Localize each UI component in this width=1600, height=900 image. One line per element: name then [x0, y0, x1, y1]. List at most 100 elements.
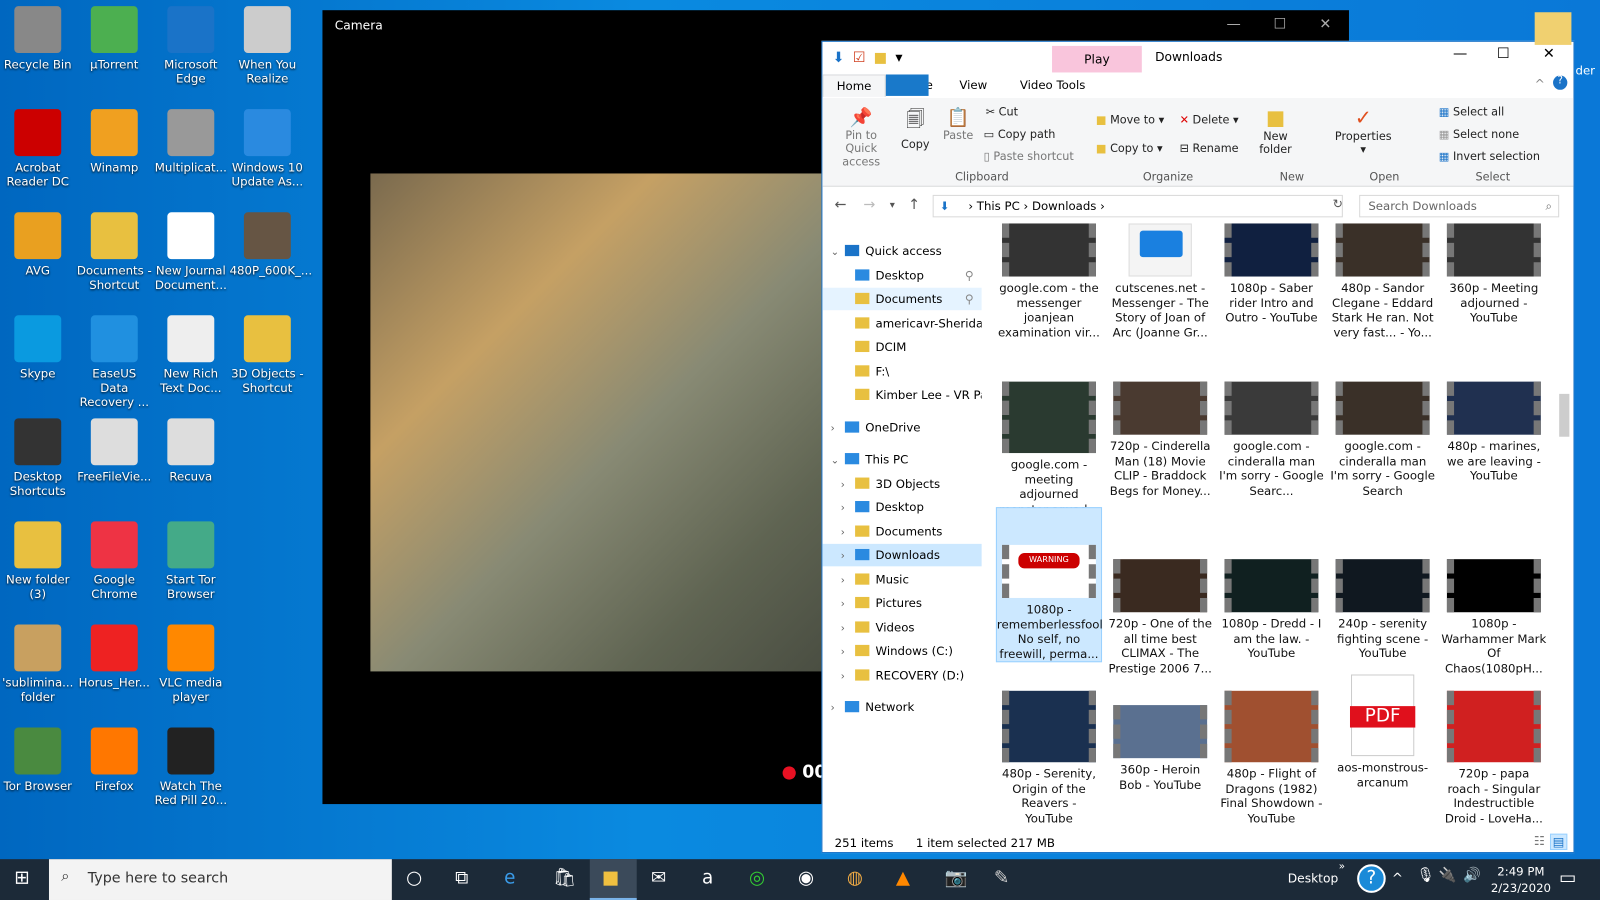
expand-chevron-icon[interactable]: ›	[831, 698, 845, 718]
desktop-icon[interactable]: New Rich Text Doc...	[153, 315, 229, 395]
nav-item[interactable]: DCIM	[822, 336, 981, 358]
desktop-icon[interactable]: 3D Objects - Shortcut	[230, 315, 306, 395]
file-item[interactable]: 480p - Flight of Dragons (1982) Final Sh…	[1218, 690, 1324, 826]
pin-icon[interactable]: ⚲	[965, 288, 974, 310]
nav-item[interactable]: ⌄ This PC	[822, 448, 981, 470]
file-item[interactable]: 1080p - Saber rider Intro and Outro - Yo…	[1218, 223, 1324, 325]
desktop-icon[interactable]: Tor Browser	[0, 727, 76, 793]
details-view-icon[interactable]: ☷	[1534, 834, 1545, 848]
taskbar-search[interactable]: ⌕ Type here to search	[48, 859, 392, 900]
back-button[interactable]: ←	[835, 197, 847, 213]
cut-button[interactable]: ✂ Cut	[986, 105, 1018, 118]
play-context-tab[interactable]: Play	[1052, 45, 1142, 73]
nav-item[interactable]: Documents ⚲	[822, 287, 982, 311]
help-icon[interactable]: ?	[1357, 864, 1386, 893]
collapse-ribbon-icon[interactable]: ^	[1535, 77, 1545, 91]
nav-item[interactable]: › Desktop	[822, 496, 981, 518]
folder-icon[interactable]: ■	[874, 50, 888, 66]
scrollbar[interactable]	[1557, 226, 1571, 828]
close-button[interactable]: ✕	[1319, 16, 1331, 32]
select-all-button[interactable]: ▦ Select all	[1439, 105, 1505, 118]
file-item[interactable]: cutscenes.net - Messenger - The Story of…	[1107, 223, 1213, 340]
camera-icon[interactable]: 📷	[945, 867, 968, 888]
address-bar[interactable]: ⬇ › This PC › Downloads ›	[932, 194, 1343, 218]
start-button[interactable]: ⊞	[14, 867, 29, 888]
minimize-button[interactable]: —	[1227, 16, 1241, 32]
new-folder-button[interactable]: ■ New folder	[1257, 105, 1294, 156]
desktop-icon[interactable]: Skype	[0, 315, 76, 381]
file-item[interactable]: 240p - serenity fighting scene - YouTube	[1330, 545, 1436, 661]
file-item[interactable]: 360p - Meeting adjourned - YouTube	[1441, 223, 1547, 325]
desktop-icon[interactable]: FreeFileVie...	[77, 418, 153, 484]
delete-button[interactable]: ✕ Delete ▾	[1180, 113, 1239, 126]
task-view-icon[interactable]: ⧉	[455, 867, 468, 888]
desktop-icon[interactable]: New folder (3)	[0, 521, 76, 601]
scrollbar-thumb[interactable]	[1559, 393, 1570, 437]
properties-icon[interactable]: ☑	[853, 50, 866, 66]
large-icons-view-icon[interactable]: ▤	[1549, 833, 1568, 850]
file-item[interactable]: PDF aos-monstrous-arcanum	[1330, 674, 1436, 790]
file-item[interactable]: 480p - marines, we are leaving - YouTube	[1441, 381, 1547, 484]
desktop-toolbar-label[interactable]: Desktop	[1288, 871, 1339, 885]
file-item[interactable]: 720p - papa roach - Singular Indestructi…	[1441, 690, 1547, 826]
desktop-icon[interactable]: Documents - Shortcut	[77, 212, 153, 292]
tab-home[interactable]: Home	[822, 74, 886, 97]
expand-chevron-icon[interactable]: ›	[841, 498, 855, 518]
file-item[interactable]: WARNING 1080p - rememberlessfool No self,…	[995, 507, 1103, 663]
desktop-icon[interactable]: VLC media player	[153, 624, 229, 704]
nav-item[interactable]: Kimber Lee - VR Pac	[822, 384, 982, 406]
recent-locations-icon[interactable]: ▾	[890, 200, 895, 211]
folder-icon[interactable]	[1534, 12, 1572, 45]
vlc-icon[interactable]: ▲	[896, 867, 910, 888]
forward-button[interactable]: →	[863, 197, 875, 213]
nav-item[interactable]: › 3D Objects	[822, 472, 981, 494]
file-item[interactable]: 360p - Heroin Bob - YouTube	[1107, 691, 1213, 792]
action-center-icon[interactable]: ▭	[1559, 867, 1576, 888]
nav-item[interactable]: Desktop ⚲	[822, 264, 981, 286]
power-icon[interactable]: 🔌	[1439, 867, 1457, 883]
paint-icon[interactable]: ✎	[994, 867, 1009, 888]
close-button[interactable]: ✕	[1543, 46, 1555, 62]
store-icon[interactable]: 🛍	[553, 867, 576, 888]
desktop-icon[interactable]: Microsoft Edge	[153, 6, 229, 86]
desktop-icon[interactable]: 'sublimina... folder	[0, 624, 76, 704]
nav-item[interactable]: › Network	[822, 696, 981, 718]
cortana-icon[interactable]: ○	[406, 867, 422, 888]
tab-video-tools[interactable]: Video Tools	[1007, 74, 1099, 96]
nav-item[interactable]: › RECOVERY (D:)	[822, 664, 981, 686]
expand-chevron-icon[interactable]: ›	[831, 418, 845, 438]
select-none-button[interactable]: ▦ Select none	[1439, 128, 1519, 141]
file-item[interactable]: 720p - Cinderella Man (18) Movie CLIP - …	[1107, 381, 1213, 499]
desktop-icon[interactable]: Multiplicat...	[153, 109, 229, 174]
file-item[interactable]: google.com - cinderalla man I'm sorry - …	[1330, 381, 1436, 499]
tripadvisor-icon[interactable]: ◎	[749, 867, 765, 888]
file-item[interactable]: 1080p - Warhammer Mark Of Chaos(1080pH..…	[1441, 545, 1547, 676]
help-icon[interactable]: ?	[1553, 75, 1568, 90]
clock[interactable]: 2:49 PM 2/23/2020	[1491, 863, 1551, 896]
refresh-icon[interactable]: ↻	[1333, 197, 1343, 211]
minimize-button[interactable]: —	[1453, 46, 1467, 62]
expand-chevron-icon[interactable]: ›	[841, 618, 855, 638]
rename-button[interactable]: ⊟ Rename	[1180, 142, 1239, 155]
expand-chevron-icon[interactable]: ›	[841, 666, 855, 686]
desktop-icon[interactable]: Winamp	[77, 109, 153, 174]
expand-chevron-icon[interactable]: ⌄	[831, 450, 845, 470]
file-item[interactable]: 480p - Serenity, Origin of the Reavers -…	[996, 690, 1102, 826]
search-input[interactable]: Search Downloads ⌕	[1359, 194, 1560, 218]
desktop-icon[interactable]: µTorrent	[77, 6, 153, 71]
mail-icon[interactable]: ✉	[651, 867, 666, 888]
expand-chevron-icon[interactable]: ›	[841, 570, 855, 590]
desktop-icon[interactable]: Windows 10 Update As...	[230, 109, 306, 189]
expand-chevron-icon[interactable]: ›	[841, 642, 855, 662]
chrome-icon[interactable]: ◍	[847, 867, 863, 888]
file-item[interactable]: google.com - cinderalla man I'm sorry - …	[1218, 381, 1324, 499]
paste-shortcut-button[interactable]: ▯ Paste shortcut	[984, 150, 1074, 163]
nav-item[interactable]: americavr-Sheridan.	[822, 312, 982, 334]
invert-selection-button[interactable]: ▦ Invert selection	[1439, 150, 1540, 163]
expand-chevron-icon[interactable]: ›	[841, 474, 855, 494]
expand-chevron-icon[interactable]: ⌄	[831, 242, 845, 262]
expand-chevron-icon[interactable]: ›	[841, 546, 855, 566]
desktop-icon[interactable]: Horus_Her...	[77, 624, 153, 690]
file-item[interactable]: 1080p - Dredd - I am the law. - YouTube	[1218, 545, 1324, 661]
amazon-icon[interactable]: a	[702, 867, 713, 888]
